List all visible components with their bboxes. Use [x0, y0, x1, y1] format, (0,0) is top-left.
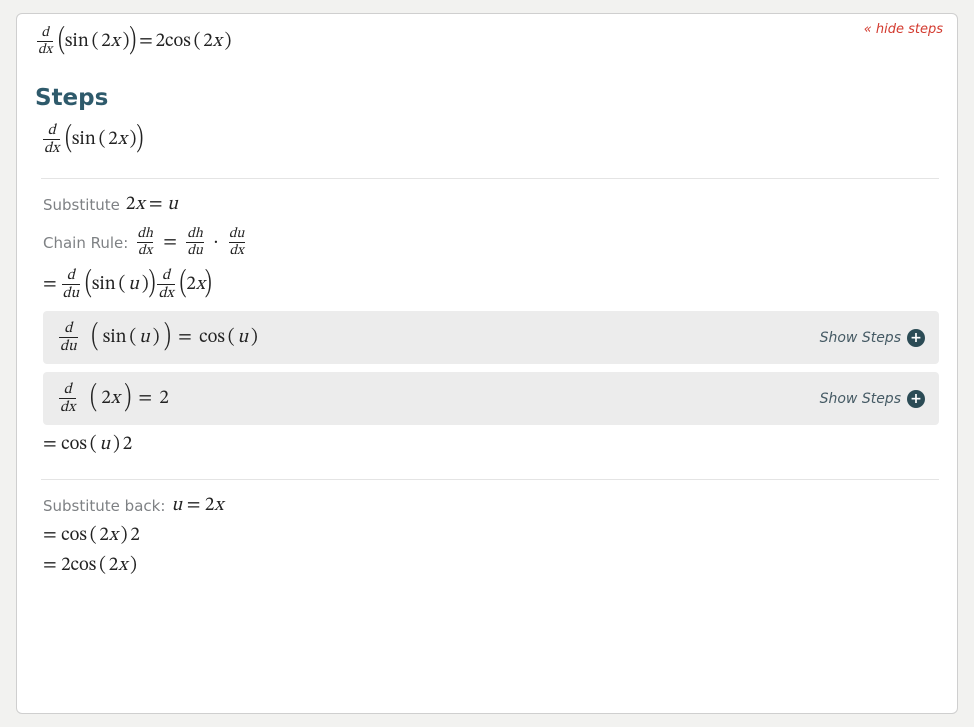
fraction-numerator: dh — [136, 227, 154, 242]
substitute-label: Substitute — [43, 196, 120, 214]
show-steps-button[interactable]: Show Steps + — [820, 390, 925, 408]
two-x: 2x — [186, 273, 205, 297]
substep-row: ddu ( sin(u) ) = cos(u) Show Steps + — [43, 311, 939, 364]
fraction-denominator: dx — [59, 398, 76, 415]
show-steps-label: Show Steps — [820, 330, 901, 346]
fraction-numerator: d — [63, 321, 73, 337]
fraction-denominator: du — [59, 337, 78, 354]
d-dx: ddx — [59, 382, 76, 415]
ddx-fraction: d dx — [37, 26, 53, 57]
fraction-numerator: d — [161, 268, 171, 284]
equals: = — [163, 233, 177, 252]
fraction-numerator: du — [228, 227, 246, 242]
step-restate: d dx ( sin(2x) ) — [41, 123, 939, 156]
value-2: 2 — [159, 389, 168, 408]
plus-circle-icon: + — [907, 329, 925, 347]
sin-u: sin(u) — [92, 273, 149, 297]
fraction-numerator: d — [47, 123, 57, 139]
substitute-back-label: Substitute back: — [43, 497, 165, 515]
fraction-numerator: dh — [186, 227, 204, 242]
dot: · — [213, 233, 218, 252]
fraction-denominator: dx — [157, 284, 174, 301]
equals: = — [178, 328, 192, 347]
paren-left: ( — [91, 319, 98, 357]
equals: = — [138, 389, 152, 408]
paren-right: ) — [164, 319, 171, 357]
sin-u: sin(u) — [103, 328, 160, 347]
substitute-note: Substitute 2x = u — [43, 193, 939, 217]
rhs-2cos2x: 2cos(2x) — [156, 30, 232, 54]
paren-right: ) — [149, 265, 156, 303]
paren-right: ) — [136, 120, 143, 158]
substitute-expr: 2x = u — [126, 193, 178, 217]
divider — [41, 178, 939, 179]
two-x: 2x — [101, 389, 120, 408]
back-line-1: = cos(2x)2 — [43, 524, 939, 548]
fraction-denominator: du — [186, 242, 204, 258]
chain-expansion: = ddu ( sin(u) ) ddx ( 2x ) — [43, 268, 939, 301]
substep-expr: ddu ( sin(u) ) = cos(u) — [57, 321, 258, 354]
fraction-numerator: d — [40, 26, 50, 41]
fraction-denominator: dx — [137, 242, 153, 258]
fraction-numerator: d — [66, 268, 76, 284]
sin-2x: sin(2x) — [72, 128, 137, 152]
d-du: ddu — [59, 321, 78, 354]
ddx-fraction: d dx — [43, 123, 60, 156]
main-result: d dx ( sin(2x) ) = 2cos(2x) — [35, 26, 939, 57]
d-dx: ddx — [157, 268, 174, 301]
substitute-back-note: Substitute back: u = 2x — [43, 494, 939, 518]
dh-dx: dhdx — [136, 227, 154, 258]
d-du: ddu — [62, 268, 81, 301]
dh-du: dhdu — [186, 227, 204, 258]
du-dx: dudx — [228, 227, 246, 258]
show-steps-button[interactable]: Show Steps + — [820, 329, 925, 347]
paren-left: ( — [85, 265, 92, 303]
equals: = — [43, 273, 57, 297]
fraction-numerator: d — [63, 382, 73, 398]
paren-left: ( — [90, 380, 97, 418]
sin-2x: sin(2x) — [65, 30, 130, 54]
substep-expr: ddx ( 2x ) = 2 — [57, 382, 169, 415]
fraction-denominator: dx — [229, 242, 245, 258]
fraction-denominator: dx — [43, 139, 60, 156]
chain-rule-note: Chain Rule: dhdx = dhdu · dudx — [43, 227, 939, 258]
divider — [41, 479, 939, 480]
show-steps-label: Show Steps — [820, 391, 901, 407]
substitute-back-expr: u = 2x — [171, 494, 223, 518]
solution-card: « hide steps d dx ( sin(2x) ) = 2cos(2x)… — [16, 13, 958, 714]
hide-steps-link[interactable]: « hide steps — [864, 22, 943, 37]
back-line-2: = 2cos(2x) — [43, 554, 939, 578]
cos-u: cos(u) — [199, 328, 258, 347]
substep-row: ddx ( 2x ) = 2 Show Steps + — [43, 372, 939, 425]
paren-left: ( — [65, 120, 72, 158]
steps-heading: Steps — [35, 85, 939, 111]
paren-left: ( — [180, 265, 187, 303]
plus-circle-icon: + — [907, 390, 925, 408]
paren-right: ) — [205, 265, 212, 303]
fraction-denominator: dx — [37, 41, 53, 57]
paren-right: ) — [129, 22, 136, 60]
chain-rule-label: Chain Rule: — [43, 234, 128, 252]
equals: = — [139, 30, 153, 54]
fraction-denominator: du — [62, 284, 81, 301]
chain-rule-expr: dhdx = dhdu · dudx — [134, 227, 247, 258]
paren-left: ( — [58, 22, 65, 60]
paren-right: ) — [124, 380, 131, 418]
combined-line: = cos(u)2 — [43, 433, 939, 457]
